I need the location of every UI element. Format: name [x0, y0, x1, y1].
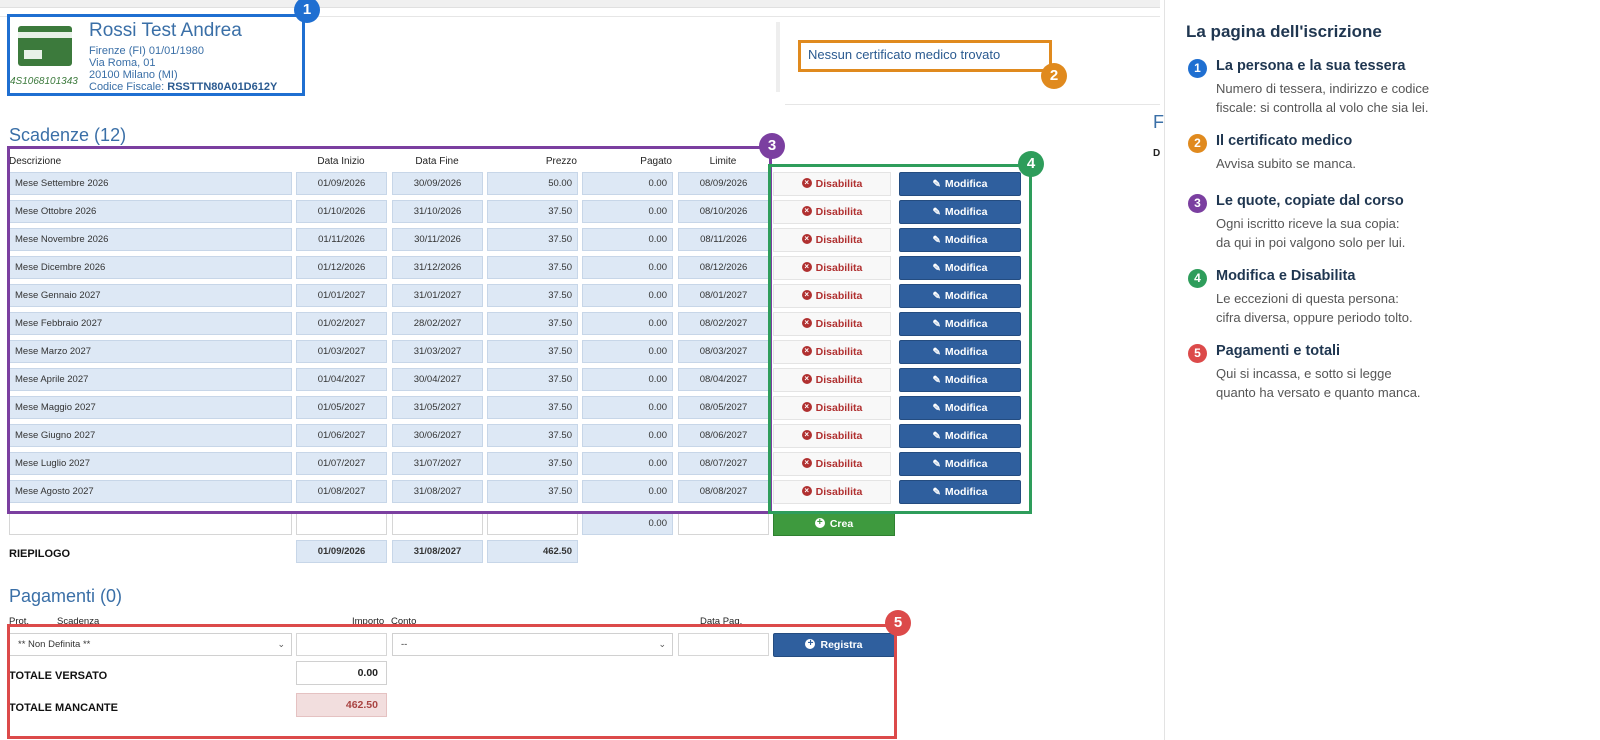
guide-item-text: cifra diversa, oppure periodo tolto.: [1216, 310, 1413, 325]
guide-item-text: Numero di tessera, indirizzo e codice: [1216, 81, 1430, 96]
new-row-description-input[interactable]: [9, 512, 292, 535]
guide-item-title: Modifica e Disabilita: [1216, 268, 1356, 284]
annotation-frame-payments: [7, 624, 897, 739]
guide-item-text: quanto ha versato e quanto manca.: [1216, 385, 1421, 400]
divider: [785, 104, 1160, 105]
annotation-frame-edit-disable: [768, 164, 1032, 514]
guide-item-text: fiscale: si controlla al volo che sia le…: [1216, 100, 1429, 115]
create-button[interactable]: + Crea: [773, 512, 895, 536]
guide-item-text: Ogni iscritto riceve la sua copia:: [1216, 216, 1400, 231]
guide-title: La pagina dell'iscrizione: [1186, 22, 1382, 41]
annotation-badge-3: 3: [759, 133, 785, 159]
new-row-limit-input[interactable]: [678, 512, 769, 535]
guide-item-title: Il certificato medico: [1216, 133, 1353, 149]
guide-item-number: 2: [1188, 134, 1207, 153]
guide-item-text: Qui si incassa, e sotto si legge: [1216, 366, 1392, 381]
truncated-label: D: [1153, 148, 1161, 159]
scadenze-title: Scadenze (12): [9, 125, 127, 145]
guide-item-number: 5: [1188, 344, 1207, 363]
annotation-badge-2: 2: [1041, 63, 1067, 89]
summary-start: 01/09/2026: [296, 540, 387, 563]
new-row-price-input[interactable]: [487, 512, 578, 535]
create-label: Crea: [829, 518, 854, 530]
panel-divider: [1164, 0, 1165, 740]
annotation-badge-1: 1: [294, 0, 320, 23]
guide-item-title: Le quote, copiate dal corso: [1216, 193, 1404, 209]
guide-item-number: 1: [1188, 59, 1207, 78]
annotation-badge-5: 5: [885, 610, 911, 636]
guide-item-number: 4: [1188, 269, 1207, 288]
plus-circle-icon: +: [814, 518, 825, 529]
guide-item-title: La persona e la sua tessera: [1216, 58, 1406, 74]
summary-end: 31/08/2027: [392, 540, 483, 563]
annotation-badge-4: 4: [1018, 151, 1044, 177]
new-row-end-input[interactable]: [392, 512, 483, 535]
guide-item-text: Le eccezioni di questa persona:: [1216, 291, 1399, 306]
annotation-frame-person: [7, 14, 305, 96]
top-toolbar-strip: [0, 0, 1160, 8]
annotation-frame-certificate: [798, 40, 1052, 72]
new-row-start-input[interactable]: [296, 512, 387, 535]
guide-item-text: Avvisa subito se manca.: [1216, 156, 1356, 171]
summary-price: 462.50: [487, 540, 578, 563]
guide-item-text: da qui in poi valgono solo per lui.: [1216, 235, 1406, 250]
guide-item-number: 3: [1188, 194, 1207, 213]
new-row-paid: 0.00: [582, 512, 673, 535]
truncated-heading: F: [1153, 112, 1164, 132]
guide-item-title: Pagamenti e totali: [1216, 343, 1341, 359]
pagamenti-title: Pagamenti (0): [9, 586, 123, 606]
summary-label: RIEPILOGO: [9, 548, 71, 560]
annotation-frame-quote: [7, 146, 772, 514]
divider: [776, 22, 780, 92]
